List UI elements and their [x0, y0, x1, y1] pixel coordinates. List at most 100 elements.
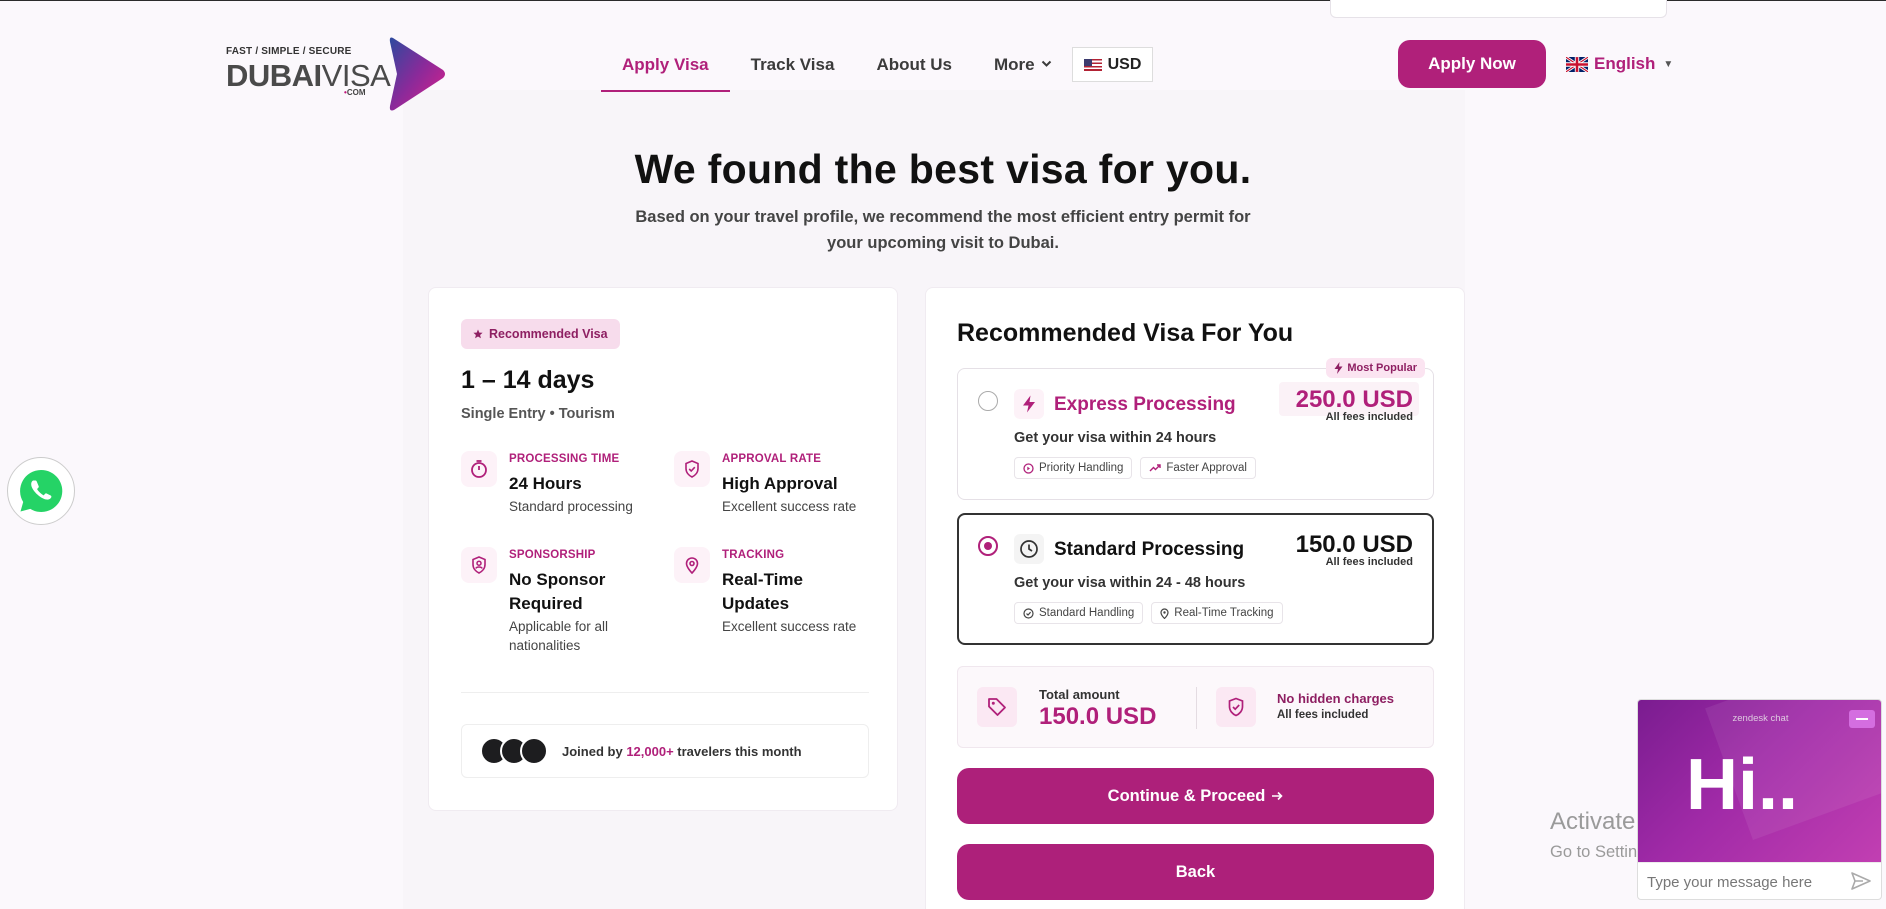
- chip-real-time-tracking: Real-Time Tracking: [1151, 602, 1283, 624]
- nav-apply-visa[interactable]: Apply Visa: [601, 54, 730, 92]
- logo-wordmark: DUBAIVISA: [226, 58, 391, 93]
- visa-duration: 1 – 14 days: [461, 366, 595, 394]
- visa-entry-type: Single Entry • Tourism: [461, 406, 615, 422]
- trending-up-icon: [1149, 464, 1162, 472]
- chip-priority-handling: Priority Handling: [1014, 457, 1133, 479]
- whatsapp-button[interactable]: [7, 457, 75, 525]
- option-chips: Priority Handling Faster Approval: [1014, 457, 1256, 479]
- feature-tracking: TRACKING Real-Time Updates Excellent suc…: [674, 547, 874, 637]
- chat-minimize-button[interactable]: [1849, 710, 1875, 728]
- language-label: English: [1594, 54, 1656, 73]
- shield-check-icon: [674, 451, 710, 487]
- chip-standard-handling: Standard Handling: [1014, 602, 1144, 624]
- clock-icon: [1014, 534, 1044, 564]
- star-icon: [473, 329, 483, 339]
- option-express-processing[interactable]: Most Popular Express Processing 250.0 US…: [957, 358, 1434, 500]
- option-price: 150.0 USD All fees included: [1295, 531, 1413, 569]
- feature-desc: Excellent success rate: [722, 499, 857, 514]
- continue-proceed-button[interactable]: Continue & Proceed: [957, 768, 1434, 824]
- option-price-amount: 150.0 USD: [1295, 531, 1413, 558]
- recommendation-card: Recommended Visa For You Most Popular Ex…: [925, 287, 1465, 909]
- back-button[interactable]: Back: [957, 844, 1434, 900]
- recommended-badge: Recommended Visa: [461, 319, 620, 349]
- main-nav: Apply Visa Track Visa About Us More: [601, 54, 1073, 94]
- option-chips: Standard Handling Real-Time Tracking: [1014, 602, 1283, 624]
- feature-label: PROCESSING TIME: [509, 453, 620, 465]
- feature-value: High Approval: [722, 474, 838, 493]
- feature-processing-time: PROCESSING TIME 24 Hours Standard proces…: [461, 451, 661, 521]
- divider: [1196, 687, 1197, 729]
- bolt-icon: [1014, 389, 1044, 419]
- chat-message-input[interactable]: Type your message here: [1638, 862, 1881, 899]
- location-pin-icon: [1160, 607, 1169, 619]
- avatar-stack: [480, 737, 548, 765]
- option-name: Standard Processing: [1054, 539, 1245, 560]
- site-header: FAST / SIMPLE / SECURE DUBAIVISA •COM Ap…: [0, 20, 1886, 111]
- option-price-amount: 250.0 USD: [1295, 386, 1413, 413]
- uk-flag-icon: [1566, 56, 1588, 72]
- feature-sponsorship: SPONSORSHIP No Sponsor Required Applicab…: [461, 547, 661, 657]
- us-flag-icon: [1083, 58, 1102, 71]
- caret-down-icon: ▼: [1663, 58, 1674, 70]
- chip-faster-approval: Faster Approval: [1140, 457, 1256, 479]
- top-dropdown-stub: [1330, 0, 1667, 18]
- feature-desc: Applicable for all nationalities: [509, 619, 609, 653]
- page-title: We found the best visa for you.: [634, 146, 1252, 192]
- no-hidden-charges: No hidden charges: [1277, 691, 1395, 706]
- feature-value: Real-Time Updates: [722, 570, 803, 613]
- total-summary: Total amount 150.0 USD No hidden charges…: [957, 666, 1434, 748]
- feature-label: APPROVAL RATE: [722, 453, 822, 465]
- joined-text: Joined by 12,000+ travelers this month: [562, 743, 802, 759]
- option-subtitle: Get your visa within 24 hours: [1014, 430, 1217, 446]
- site-logo[interactable]: FAST / SIMPLE / SECURE DUBAIVISA •COM: [226, 28, 446, 111]
- logo-tagline: FAST / SIMPLE / SECURE: [226, 46, 352, 57]
- price-tag-icon: [977, 687, 1017, 727]
- chat-greeting: Hi..: [1686, 745, 1799, 825]
- priority-icon: [1023, 462, 1034, 474]
- chat-widget: zendesk chat Hi.. Type your message here: [1637, 699, 1882, 900]
- total-amount: 150.0 USD: [1039, 703, 1157, 730]
- divider: [461, 692, 869, 693]
- chat-header: zendesk chat Hi..: [1638, 700, 1881, 862]
- nav-more[interactable]: More: [973, 54, 1073, 88]
- whatsapp-icon: [20, 469, 63, 512]
- arrow-right-icon: [1272, 791, 1283, 801]
- send-icon[interactable]: [1851, 872, 1871, 890]
- total-label: Total amount: [1039, 687, 1120, 702]
- option-subtitle: Get your visa within 24 - 48 hours: [1014, 575, 1246, 591]
- location-pin-icon: [674, 547, 710, 583]
- feature-value: 24 Hours: [509, 474, 582, 493]
- radio-standard[interactable]: [978, 536, 998, 556]
- social-proof-box: Joined by 12,000+ travelers this month: [461, 724, 869, 778]
- sponsor-id-icon: [461, 547, 497, 583]
- feature-value: No Sponsor Required: [509, 570, 606, 613]
- feature-desc: Excellent success rate: [722, 619, 857, 634]
- bolt-icon: [1334, 362, 1343, 374]
- feature-label: TRACKING: [722, 549, 785, 561]
- feature-desc: Standard processing: [509, 499, 633, 514]
- chat-brand: zendesk chat: [1732, 713, 1789, 724]
- language-selector[interactable]: English ▼: [1566, 54, 1673, 74]
- visa-summary-card: Recommended Visa 1 – 14 days Single Entr…: [428, 287, 898, 811]
- check-circle-icon: [1023, 607, 1034, 619]
- recommendation-title: Recommended Visa For You: [957, 319, 1294, 347]
- all-fees-included: All fees included: [1277, 709, 1369, 721]
- logo-play-icon: [389, 37, 445, 111]
- apply-now-button[interactable]: Apply Now: [1398, 40, 1546, 88]
- option-price: 250.0 USD All fees included: [1295, 386, 1413, 424]
- continue-proceed-label: Continue & Proceed: [1107, 786, 1266, 805]
- chevron-down-icon: [1041, 60, 1051, 67]
- page-subtitle: Based on your travel profile, we recomme…: [635, 208, 1251, 252]
- option-name: Express Processing: [1054, 394, 1236, 415]
- radio-express[interactable]: [978, 391, 998, 411]
- currency-label: USD: [1107, 55, 1142, 73]
- recommended-badge-label: Recommended Visa: [489, 327, 608, 341]
- stopwatch-icon: [461, 451, 497, 487]
- feature-label: SPONSORSHIP: [509, 549, 596, 561]
- avatar: [520, 737, 548, 765]
- logo-suffix: •COM: [344, 88, 366, 97]
- currency-selector[interactable]: USD: [1072, 47, 1153, 82]
- nav-about-us[interactable]: About Us: [855, 54, 973, 88]
- nav-track-visa[interactable]: Track Visa: [730, 54, 856, 88]
- option-standard-processing[interactable]: Standard Processing 150.0 USD All fees i…: [957, 513, 1434, 645]
